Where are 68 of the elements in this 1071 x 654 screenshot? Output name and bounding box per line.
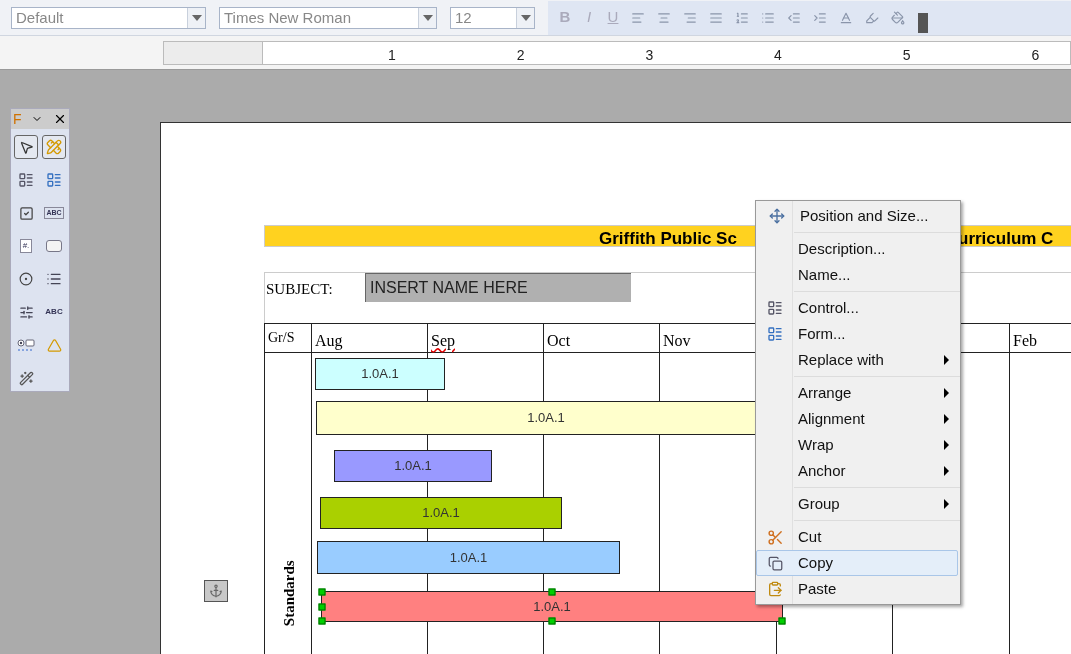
toolbar-tool[interactable] [14, 135, 38, 159]
title-text: Griffith Public Sc [599, 228, 737, 250]
formatted-field-icon: #. [19, 239, 33, 253]
submenu-arrow-icon [944, 414, 949, 424]
row-label: Standards [279, 559, 298, 628]
toolbar-tool[interactable]: ABC [42, 300, 66, 324]
menu-item[interactable]: Name... [756, 262, 958, 288]
column-header: Nov [663, 331, 691, 351]
menu-item[interactable]: Form... [756, 321, 958, 347]
scissors-icon [766, 528, 784, 546]
column-header: Oct [547, 331, 571, 351]
group-box-icon [17, 338, 35, 352]
timeline-bar[interactable]: 1.0A.1 [334, 450, 492, 482]
menu-item[interactable]: Cut [756, 524, 958, 550]
magic-wand-icon [18, 370, 34, 386]
ruler-number: 2 [516, 45, 525, 65]
timeline-bar[interactable]: 1.0A.1 [321, 591, 783, 622]
menu-item[interactable]: Wrap [756, 432, 958, 458]
list-box-icon [46, 271, 62, 287]
submenu-arrow-icon [944, 440, 949, 450]
toolbar-tool[interactable]: #. [14, 234, 38, 258]
ruler-number: 5 [902, 45, 911, 65]
radio-button-icon [19, 272, 33, 286]
subject-label: SUBJECT: [266, 280, 333, 299]
ruler-number: 3 [645, 45, 654, 65]
paragraph-style-dropdown[interactable]: Default [11, 6, 206, 29]
toolbar-title: F [13, 112, 22, 126]
subject-field[interactable]: INSERT NAME HERE [365, 273, 631, 302]
selection-handle[interactable] [548, 588, 556, 596]
timeline-bar[interactable]: 1.0A.1 [320, 497, 562, 529]
toolbar-tool[interactable] [42, 135, 66, 159]
toolbar-overflow-icon[interactable] [918, 12, 928, 33]
triangle-icon [46, 337, 62, 353]
menu-item[interactable]: Group [756, 491, 958, 517]
pencil-ruler-icon [46, 139, 62, 155]
move-icon [769, 208, 785, 224]
menu-item[interactable]: Position and Size... [758, 203, 958, 229]
checkbox-icon [18, 205, 34, 221]
close-icon[interactable] [53, 112, 67, 126]
timeline-bar[interactable]: 1.0A.1 [317, 541, 620, 574]
push-button-icon [46, 240, 62, 252]
anchor-icon[interactable] [204, 580, 228, 602]
menu-item[interactable]: Description... [756, 236, 958, 262]
ruler-number: 6 [1031, 45, 1040, 65]
submenu-arrow-icon [944, 355, 949, 365]
pointer-icon [18, 139, 34, 155]
font-size-dropdown[interactable]: 12 [450, 6, 535, 29]
column-header: Aug [315, 331, 343, 352]
ruler-number: 1 [388, 45, 396, 65]
column-header: Feb [1013, 331, 1037, 351]
menu-item[interactable]: Anchor [756, 458, 958, 484]
selection-handle[interactable] [778, 617, 786, 625]
submenu-arrow-icon [944, 466, 949, 476]
menu-item[interactable]: Control... [756, 295, 958, 321]
copy-icon [767, 555, 783, 571]
title-text: urriculum C [958, 228, 1054, 250]
menu-item[interactable]: Copy [756, 550, 958, 576]
column-header: Sep [431, 331, 455, 352]
label-icon: ABC [45, 306, 63, 318]
menu-item[interactable]: Replace with [756, 347, 958, 373]
column-header: Gr/S [268, 329, 295, 347]
clipboard-icon [767, 581, 783, 597]
submenu-arrow-icon [944, 499, 949, 509]
font-name-dropdown[interactable]: Times New Roman [219, 6, 437, 29]
timeline-bar[interactable]: 1.0A.1 [315, 358, 445, 390]
selection-handle[interactable] [548, 617, 556, 625]
ruler-number: 4 [774, 45, 782, 65]
submenu-arrow-icon [944, 388, 949, 398]
